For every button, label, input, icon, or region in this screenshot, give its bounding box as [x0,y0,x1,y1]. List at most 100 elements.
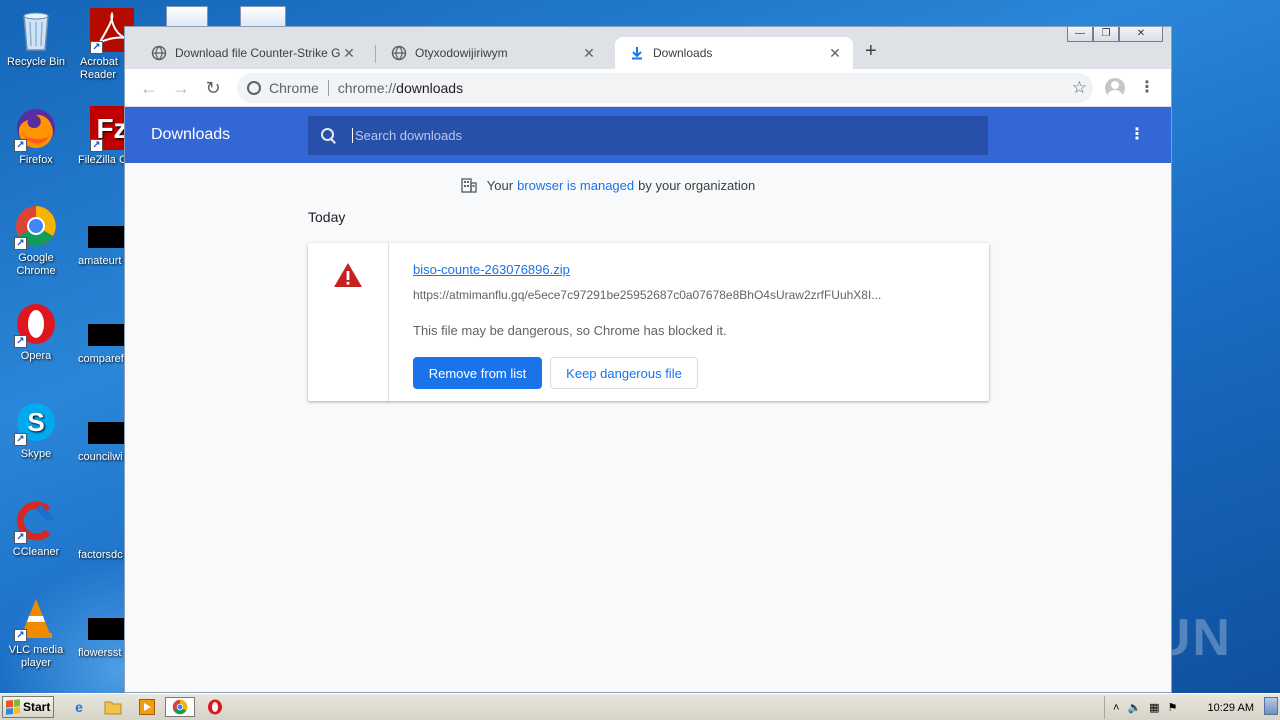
restore-button[interactable]: ❐ [1093,27,1119,42]
shortcut-arrow-icon: ↗ [14,335,27,348]
download-filename-link[interactable]: biso-counte-263076896.zip [413,262,570,277]
forward-button[interactable]: → [170,77,192,99]
back-button[interactable]: ← [138,77,160,99]
shortcut-arrow-icon: ↗ [14,237,27,250]
shortcut-arrow-icon: ↗ [14,433,27,446]
window-close-button[interactable]: ✕ [1119,27,1163,42]
shortcut-arrow-icon: ↗ [90,41,103,54]
desktop-icon-label[interactable]: factorsdc [78,549,124,561]
tray-expand-icon[interactable]: ˄ [1113,702,1119,714]
svg-text:S: S [27,407,44,437]
browser-toolbar: ← → ↻ Chrome chrome:// downloads ☆ ⋮ [125,69,1171,107]
building-icon [461,178,477,193]
bookmark-star-icon[interactable]: ☆ [1072,77,1087,99]
managed-notice: Your browser is managed by your organiza… [125,177,1171,193]
download-source-url[interactable]: https://atmimanflu.gq/e5ece7c97291be2595… [413,288,913,302]
reload-button[interactable]: ↻ [202,77,224,99]
redacted-file-icon [88,422,124,444]
action-center-flag-icon[interactable]: ⚑ [1168,701,1178,714]
desktop-icon-opera[interactable]: ↗ Opera [2,302,70,363]
managed-suffix: by your organization [638,177,756,193]
download-icon [632,47,642,60]
tab-strip: Download file Counter-Strike Global O ✕ … [125,27,1171,69]
desktop-icon-label[interactable]: comparef [78,353,124,365]
opera-taskbar-icon[interactable] [204,697,226,717]
desktop-icon-label: Google Chrome [16,252,56,277]
vlc-icon: ↗ [14,596,58,642]
redacted-file-icon [88,226,124,248]
clock[interactable]: 10:29 AM [1208,702,1254,714]
windows-logo-icon [6,699,20,715]
recycle-bin-icon [14,8,58,52]
download-warning-text: This file may be dangerous, so Chrome ha… [413,323,727,338]
globe-icon [391,45,407,61]
profile-avatar-icon[interactable] [1105,78,1125,98]
desktop-icon-label: Opera [20,350,52,362]
show-desktop-button[interactable] [1264,697,1278,715]
network-icon[interactable]: ▦ [1149,701,1159,714]
desktop-icon-label: Recycle Bin [6,56,66,68]
shortcut-arrow-icon: ↗ [14,629,27,642]
volume-icon[interactable]: 🔈 [1127,701,1141,714]
tab-close-icon[interactable]: ✕ [581,45,597,62]
redacted-file-icon [88,618,124,640]
search-box[interactable] [308,116,988,155]
desktop-icon-recycle-bin[interactable]: Recycle Bin [2,8,70,69]
tab-downloads[interactable]: Downloads ✕ [615,37,853,69]
desktop-icon-label[interactable]: amateurt [78,255,124,267]
omnibox-scheme: chrome:// [337,80,397,96]
keep-dangerous-file-button[interactable]: Keep dangerous file [550,357,698,389]
desktop-icon-label: Firefox [19,154,53,166]
chrome-window: Download file Counter-Strike Global O ✕ … [124,26,1172,693]
desktop-icon-ccleaner[interactable]: ↗ CCleaner [2,498,70,559]
desktop-icon-label[interactable]: councilwi [78,451,124,463]
skype-icon: S ↗ [14,400,58,446]
file-explorer-icon[interactable] [102,697,124,717]
tab-title: Downloads [653,46,713,60]
desktop-icon-label: CCleaner [12,546,60,558]
system-tray: ˄ 🔈 ▦ ⚑ 10:29 AM [1104,696,1280,719]
desktop-icon-label[interactable]: flowersst [78,647,124,659]
window-controls: — ❐ ✕ [1067,27,1163,42]
tab-close-icon[interactable]: ✕ [827,45,843,62]
xlsx-file-icon[interactable] [166,6,208,28]
desktop-icon-vlc[interactable]: ↗ VLC media player [2,596,70,670]
date-section-heading: Today [308,209,346,225]
browser-menu-icon[interactable]: ⋮ [1139,77,1155,99]
xlsx-file-icon[interactable] [240,6,286,28]
shortcut-arrow-icon: ↗ [90,139,103,152]
desktop-icon-label: Acrobat Reader [80,56,118,81]
downloads-menu-icon[interactable]: ⋮ [1129,125,1145,145]
search-input[interactable] [352,128,952,143]
shortcut-arrow-icon: ↗ [14,139,27,152]
tab-title: Otyxodowijiriwym [415,46,508,60]
chrome-icon: ↗ [14,204,58,250]
start-label: Start [23,700,51,714]
tab-otyxodowijiriwym[interactable]: Otyxodowijiriwym ✕ [377,37,607,69]
taskbar: Start e ˄ 🔈 ▦ ⚑ 10:29 AM [0,693,1280,720]
desktop-icon-skype[interactable]: S ↗ Skype [2,400,70,461]
tab-separator [375,45,376,63]
page-title: Downloads [151,126,231,143]
new-tab-button[interactable]: + [865,41,877,61]
desktop-icon-label: Skype [20,448,52,460]
managed-link[interactable]: browser is managed [517,178,634,193]
omnibox-path: downloads [396,80,464,96]
ccleaner-icon: ↗ [14,498,58,544]
minimize-button[interactable]: — [1067,27,1093,42]
download-item-icon-area [308,243,389,401]
internet-explorer-icon[interactable]: e [68,697,90,717]
start-button[interactable]: Start [2,696,54,718]
globe-icon [151,45,167,61]
chrome-page-icon [247,81,261,95]
managed-prefix: Your [486,177,514,193]
desktop-icon-chrome[interactable]: ↗ Google Chrome [2,204,70,278]
desktop-icon-firefox[interactable]: ↗ Firefox [2,106,70,167]
tab-close-icon[interactable]: ✕ [341,45,357,62]
redacted-file-icon [88,324,124,346]
chrome-taskbar-icon[interactable] [165,697,195,717]
media-player-icon[interactable] [136,697,158,717]
address-bar[interactable]: Chrome chrome:// downloads [237,73,1093,103]
remove-from-list-button[interactable]: Remove from list [413,357,542,389]
tab-counter-strike[interactable]: Download file Counter-Strike Global O ✕ [137,37,367,69]
